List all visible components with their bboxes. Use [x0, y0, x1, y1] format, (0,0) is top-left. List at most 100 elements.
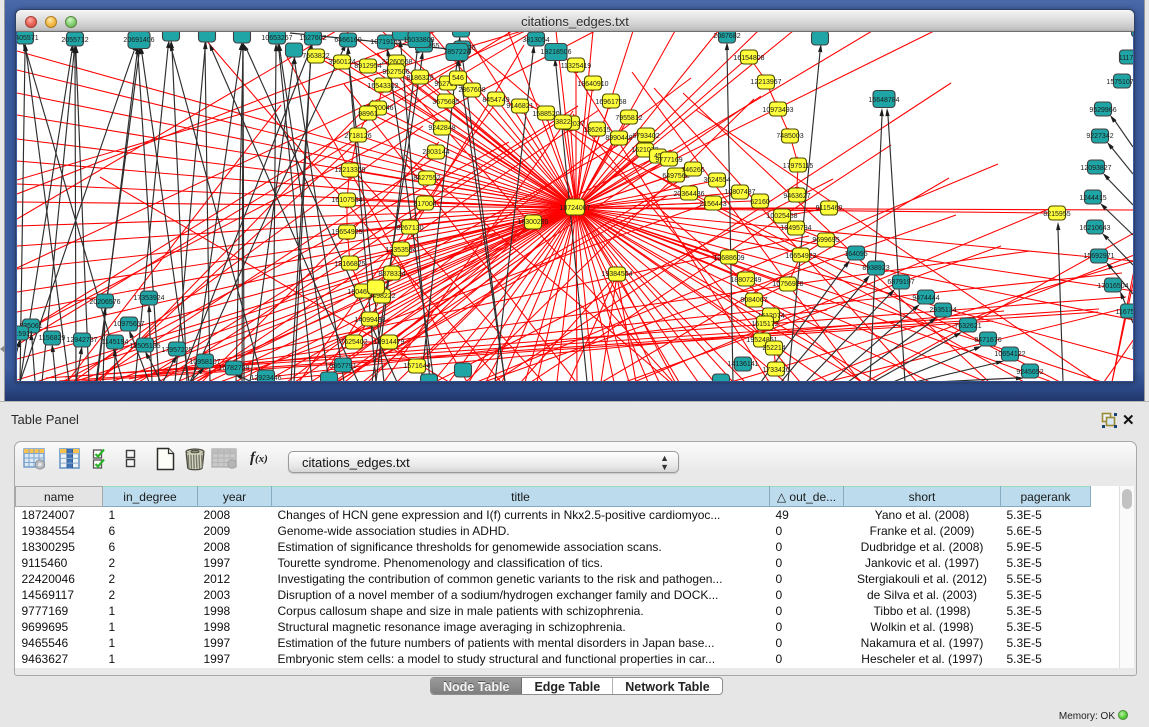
svg-text:1167534: 1167534 [1116, 309, 1133, 316]
svg-text:10975657: 10975657 [113, 321, 144, 328]
svg-text:1527602: 1527602 [299, 35, 326, 42]
svg-text:746266: 746266 [681, 167, 704, 174]
svg-text:2156443: 2156443 [699, 201, 726, 208]
svg-text:9857791: 9857791 [329, 363, 356, 370]
svg-text:1571644: 1571644 [403, 363, 430, 370]
svg-text:3822: 3822 [555, 119, 571, 126]
svg-text:17016504: 17016504 [1097, 283, 1128, 290]
svg-text:7485003: 7485003 [776, 133, 803, 140]
svg-text:16914479: 16914479 [373, 339, 404, 346]
svg-text:12923446: 12923446 [250, 375, 281, 381]
svg-text:8938923: 8938923 [862, 265, 889, 272]
svg-text:19166825: 19166825 [334, 261, 365, 268]
svg-text:2087682: 2087682 [713, 33, 740, 40]
svg-text:2055712: 2055712 [61, 37, 88, 44]
svg-text:2935134: 2935134 [929, 307, 956, 314]
svg-text:17353924: 17353924 [133, 295, 164, 302]
svg-text:8878334: 8878334 [378, 271, 405, 278]
svg-text:15751074: 15751074 [1106, 79, 1133, 86]
svg-text:7663822: 7663822 [302, 53, 329, 60]
svg-text:12213967: 12213967 [750, 79, 781, 86]
svg-text:2803144: 2803144 [422, 149, 449, 156]
svg-text:19654925: 19654925 [331, 229, 362, 236]
svg-text:3624554: 3624554 [703, 177, 730, 184]
svg-text:1615172: 1615172 [751, 321, 778, 328]
svg-text:6793402: 6793402 [632, 133, 659, 140]
svg-text:16654923: 16654923 [785, 253, 816, 260]
svg-text:1405571: 1405571 [17, 35, 39, 42]
svg-text:16210643: 16210643 [1079, 225, 1110, 232]
svg-text:62160: 62160 [750, 199, 770, 206]
svg-text:12505135: 12505135 [129, 343, 160, 350]
svg-text:10025458: 10025458 [766, 213, 797, 220]
svg-text:9463627: 9463627 [783, 193, 810, 200]
svg-text:252214: 252214 [762, 345, 785, 352]
svg-text:18724007: 18724007 [559, 205, 590, 212]
svg-text:20364436: 20364436 [673, 191, 704, 198]
svg-text:9699695: 9699695 [812, 237, 839, 244]
svg-text:1244415: 1244415 [1079, 195, 1106, 202]
svg-text:16961758: 16961758 [595, 99, 626, 106]
svg-text:18300295: 18300295 [517, 219, 548, 226]
svg-text:8990448: 8990448 [605, 135, 632, 142]
svg-text:9529966: 9529966 [1089, 107, 1116, 114]
svg-text:1362615: 1362615 [583, 127, 610, 134]
svg-text:164095: 164095 [844, 251, 867, 258]
svg-text:10653267: 10653267 [261, 35, 292, 42]
svg-text:9115460: 9115460 [816, 205, 843, 212]
svg-text:10973493: 10973493 [762, 107, 793, 114]
svg-text:8912954: 8912954 [354, 63, 381, 70]
svg-text:9084067: 9084067 [740, 297, 767, 304]
svg-text:7625402: 7625402 [340, 339, 367, 346]
svg-text:1733426: 1733426 [762, 367, 789, 374]
svg-text:8267130: 8267130 [396, 225, 423, 232]
svg-text:7857224: 7857224 [443, 49, 470, 56]
svg-text:17975115: 17975115 [783, 163, 814, 170]
svg-text:18807249: 18807249 [730, 277, 761, 284]
svg-text:15692971: 15692971 [1083, 253, 1114, 260]
svg-text:10756928: 10756928 [772, 281, 803, 288]
svg-text:817004: 817004 [413, 201, 436, 208]
svg-text:3915911: 3915911 [17, 331, 33, 338]
svg-text:10688609: 10688609 [713, 255, 744, 262]
svg-text:10958107: 10958107 [189, 359, 220, 366]
svg-text:14136141: 14136141 [727, 361, 758, 368]
svg-text:16782759: 16782759 [218, 365, 249, 372]
svg-text:9242848: 9242848 [428, 125, 455, 132]
svg-text:16648784: 16648784 [868, 97, 899, 104]
svg-text:20691406: 20691406 [123, 37, 154, 44]
svg-text:8427552: 8427552 [413, 175, 440, 182]
svg-text:9245652: 9245652 [1016, 369, 1043, 376]
svg-text:20206576: 20206576 [89, 299, 120, 306]
svg-text:14099488: 14099488 [354, 317, 385, 324]
svg-text:7955812: 7955812 [615, 115, 642, 122]
svg-text:16033809: 16033809 [403, 37, 434, 44]
svg-text:11172: 11172 [1119, 55, 1133, 62]
svg-text:19384554: 19384554 [601, 271, 632, 278]
svg-text:1156829: 1156829 [39, 335, 66, 342]
svg-text:2718126: 2718126 [344, 133, 371, 140]
svg-text:9227342: 9227342 [1086, 133, 1113, 140]
svg-text:9474444: 9474444 [912, 295, 939, 302]
svg-text:1145194: 1145194 [102, 339, 129, 346]
svg-text:2867608: 2867608 [458, 87, 485, 94]
svg-text:16543362: 16543362 [367, 83, 398, 90]
svg-text:7632621: 7632621 [954, 323, 981, 330]
svg-text:3675685: 3675685 [432, 99, 459, 106]
svg-text:3960124: 3960124 [328, 59, 355, 66]
svg-text:10654122: 10654122 [994, 351, 1025, 358]
svg-text:8471676: 8471676 [974, 337, 1001, 344]
svg-text:8215955: 8215955 [1043, 211, 1070, 218]
svg-text:18495794: 18495794 [780, 225, 811, 232]
svg-text:8186328: 8186328 [406, 75, 433, 82]
svg-text:546: 546 [452, 75, 464, 82]
svg-text:6879197: 6879197 [887, 279, 914, 286]
svg-text:9146821: 9146821 [506, 103, 533, 110]
svg-text:9777169: 9777169 [655, 157, 682, 164]
svg-text:3813054: 3813054 [522, 37, 549, 44]
svg-text:10807487: 10807487 [724, 189, 755, 196]
svg-text:18640910: 18640910 [577, 81, 608, 88]
svg-text:13353594: 13353594 [385, 247, 416, 254]
svg-text:12942737: 12942737 [66, 337, 97, 344]
svg-text:11325419: 11325419 [561, 63, 592, 70]
